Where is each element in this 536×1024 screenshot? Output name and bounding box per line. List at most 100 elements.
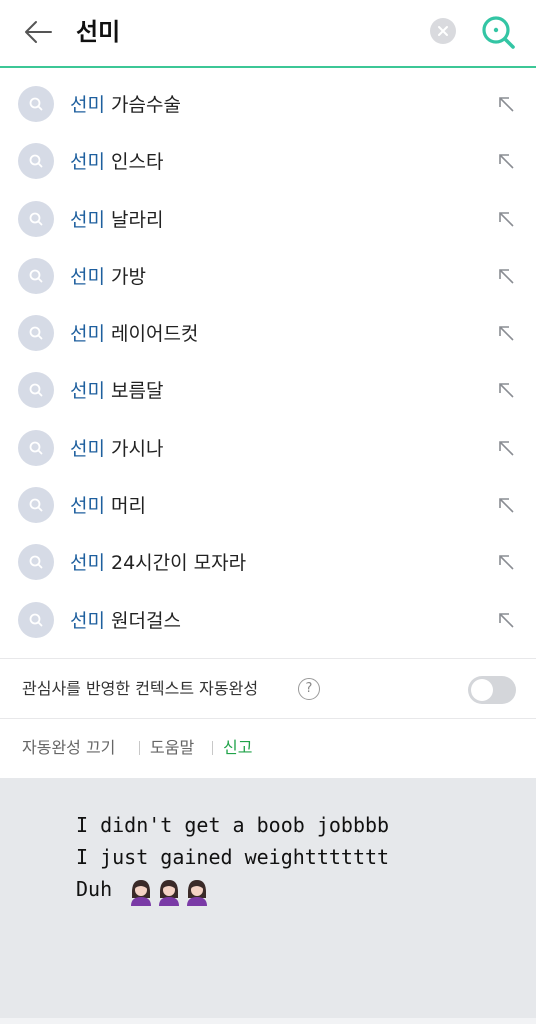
- suggestion-rest: 보름달: [104, 380, 164, 403]
- caption-line-3: Duh: [76, 874, 212, 906]
- suggestion-text: 선미 가시나: [70, 434, 163, 464]
- suggestion-text: 선미 레이어드컷: [70, 319, 198, 349]
- suggestion-text: 선미 가방: [70, 262, 146, 292]
- search-history-icon: [18, 86, 54, 122]
- search-history-icon: [18, 257, 54, 294]
- woman-emoji-icon: [159, 879, 180, 906]
- suggestion-keyword: 선미: [70, 495, 105, 518]
- suggestion-rest: 레이어드컷: [104, 323, 199, 346]
- suggestion-text: 선미 날라리: [70, 205, 163, 235]
- suggestion-item[interactable]: 선미 보름달: [0, 362, 536, 419]
- search-history-icon: [18, 143, 54, 180]
- separator: [212, 741, 213, 755]
- arrow-up-left-icon: [499, 97, 514, 112]
- suggestion-text: 선미 원더걸스: [70, 606, 181, 636]
- suggestion-rest: 가방: [104, 265, 146, 288]
- suggestion-rest: 가시나: [104, 437, 164, 460]
- divider: [0, 658, 536, 659]
- woman-emoji-icon: [131, 879, 152, 906]
- search-history-icon: [18, 487, 54, 524]
- suggestion-keyword: 선미: [70, 323, 105, 346]
- search-icon: [482, 16, 515, 49]
- fill-query-button[interactable]: [494, 378, 518, 402]
- suggestion-item[interactable]: 선미 원더걸스: [0, 592, 536, 649]
- fill-query-button[interactable]: [494, 493, 518, 517]
- search-history-icon: [18, 544, 54, 581]
- autocomplete-off-link[interactable]: 자동완성 끄기: [22, 735, 115, 761]
- arrow-up-left-icon: [499, 498, 514, 513]
- suggestion-rest: 원더걸스: [104, 609, 181, 632]
- suggestion-keyword: 선미: [70, 437, 105, 460]
- suggestion-keyword: 선미: [70, 94, 105, 116]
- suggestion-item[interactable]: 선미 인스타: [0, 133, 536, 190]
- toggle-knob: [471, 679, 493, 701]
- search-header: 선미: [0, 0, 536, 68]
- suggestion-rest: 머리: [104, 495, 146, 518]
- fill-query-button[interactable]: [494, 321, 518, 345]
- fill-query-button[interactable]: [494, 207, 518, 231]
- search-button[interactable]: [478, 12, 518, 52]
- arrow-up-left-icon: [499, 555, 514, 570]
- separator: [139, 741, 140, 755]
- suggestion-keyword: 선미: [70, 265, 105, 288]
- arrow-up-left-icon: [499, 612, 514, 628]
- suggestion-text: 선미 머리: [70, 491, 146, 521]
- suggestion-rest: 인스타: [104, 151, 164, 174]
- suggestion-text: 선미 보름달: [70, 376, 163, 406]
- suggestion-item[interactable]: 선미 레이어드컷: [0, 305, 536, 362]
- fill-query-button[interactable]: [494, 436, 518, 460]
- suggestion-rest: 가슴수술: [104, 94, 181, 116]
- search-history-icon: [18, 372, 54, 409]
- fill-query-button[interactable]: [494, 608, 518, 632]
- suggestion-rest: 24시간이 모자라: [104, 552, 247, 575]
- suggestion-item[interactable]: 선미 24시간이 모자라: [0, 534, 536, 591]
- suggestion-item[interactable]: 선미 가시나: [0, 420, 536, 477]
- search-history-icon: [18, 315, 54, 352]
- suggestion-rest: 날라리: [104, 208, 164, 231]
- report-link[interactable]: 신고: [223, 735, 252, 761]
- suggestion-keyword: 선미: [70, 609, 105, 632]
- fill-query-button[interactable]: [494, 550, 518, 574]
- close-icon: [438, 26, 448, 36]
- suggestion-item[interactable]: 선미 날라리: [0, 191, 536, 248]
- suggestion-item[interactable]: 선미 가슴수술: [0, 76, 536, 133]
- search-input[interactable]: 선미: [76, 14, 120, 50]
- suggestion-item[interactable]: 선미 머리: [0, 477, 536, 534]
- caption-line: I didn't get a boob jobbbb: [76, 813, 390, 837]
- arrow-up-left-icon: [499, 154, 514, 169]
- fill-query-button[interactable]: [494, 92, 518, 116]
- search-history-icon: [18, 429, 54, 466]
- suggestion-keyword: 선미: [70, 380, 105, 403]
- context-autocomplete-toggle[interactable]: [468, 676, 516, 704]
- caption-text: Duh: [76, 877, 113, 901]
- arrow-up-left-icon: [499, 211, 514, 227]
- suggestion-item[interactable]: 선미 가방: [0, 248, 536, 305]
- suggestion-keyword: 선미: [70, 208, 105, 231]
- back-button[interactable]: [20, 14, 56, 50]
- suggestion-list: 선미 가슴수술 선미 인스타 선미 날라리 선미 가방 선미 레이어드컷 선미 …: [0, 76, 536, 649]
- divider: [0, 718, 536, 719]
- arrow-up-left-icon: [499, 326, 514, 341]
- fill-query-button[interactable]: [494, 149, 518, 173]
- search-history-icon: [18, 200, 54, 237]
- bottom-strip: [0, 1018, 536, 1024]
- suggestion-keyword: 선미: [70, 552, 105, 575]
- suggestion-keyword: 선미: [70, 151, 105, 174]
- search-history-icon: [18, 601, 54, 638]
- arrow-up-left-icon: [499, 269, 514, 284]
- suggestion-text: 선미 가슴수술: [70, 90, 181, 120]
- emoji-group: [128, 875, 212, 906]
- clear-button[interactable]: [430, 18, 456, 44]
- context-autocomplete-row: 관심사를 반영한 컨텍스트 자동완성 ?: [0, 660, 536, 718]
- fill-query-button[interactable]: [494, 264, 518, 288]
- help-link[interactable]: 도움말: [150, 735, 194, 761]
- arrow-up-left-icon: [499, 383, 514, 399]
- arrow-up-left-icon: [499, 440, 514, 456]
- context-autocomplete-label: 관심사를 반영한 컨텍스트 자동완성: [22, 679, 259, 698]
- help-icon[interactable]: ?: [298, 678, 320, 700]
- suggestion-text: 선미 24시간이 모자라: [70, 548, 246, 578]
- autocomplete-footer: 자동완성 끄기 도움말 신고: [0, 720, 536, 778]
- caption-overlay: I didn't get a boob jobbbb I just gained…: [0, 778, 536, 1018]
- arrow-left-icon: [25, 21, 52, 43]
- suggestion-text: 선미 인스타: [70, 147, 163, 177]
